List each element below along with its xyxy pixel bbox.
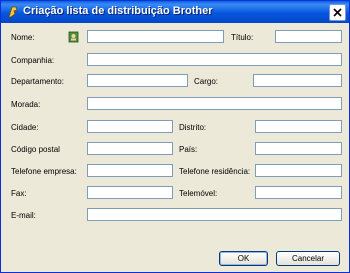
label-cargo: Cargo:: [194, 77, 219, 86]
ok-button[interactable]: OK: [219, 251, 268, 266]
label-fax: Fax:: [11, 189, 27, 198]
telefone-empresa-input[interactable]: [87, 164, 173, 177]
label-morada: Morada:: [11, 100, 41, 109]
email-input[interactable]: [87, 208, 342, 221]
nome-input[interactable]: [87, 30, 224, 43]
dialog-window: Criação lista de distribuição Brother No…: [0, 0, 350, 273]
label-cidade: Cidade:: [11, 123, 39, 132]
departamento-input[interactable]: [87, 74, 188, 87]
brother-icon: [8, 6, 18, 18]
cargo-input[interactable]: [253, 74, 342, 87]
close-icon: [333, 8, 342, 17]
title-bar[interactable]: Criação lista de distribuição Brother: [1, 1, 349, 23]
companhia-input[interactable]: [87, 53, 342, 66]
window-title: Criação lista de distribuição Brother: [23, 5, 213, 17]
telemovel-input[interactable]: [255, 186, 342, 199]
label-titulo: Título:: [231, 33, 254, 42]
cidade-input[interactable]: [87, 120, 173, 133]
label-distrito: Distrito:: [179, 123, 207, 132]
label-telefone-empresa: Telefone empresa:: [11, 167, 77, 176]
titulo-input[interactable]: [275, 30, 342, 43]
morada-input[interactable]: [87, 97, 342, 110]
label-departamento: Departamento:: [11, 77, 64, 86]
cancel-button[interactable]: Cancelar: [276, 251, 340, 266]
distrito-input[interactable]: [255, 120, 342, 133]
label-companhia: Companhia:: [11, 56, 55, 65]
codigo-postal-input[interactable]: [87, 142, 173, 155]
address-book-icon[interactable]: [68, 31, 80, 43]
pais-input[interactable]: [255, 142, 342, 155]
telefone-residencia-input[interactable]: [255, 164, 342, 177]
close-button[interactable]: [329, 4, 346, 21]
label-telefone-residencia: Telefone residência:: [179, 167, 251, 176]
label-email: E-mail:: [11, 211, 36, 220]
label-telemovel: Telemóvel:: [179, 189, 218, 198]
label-nome: Nome:: [11, 33, 35, 42]
label-codigo-postal: Código postal: [11, 145, 60, 154]
fax-input[interactable]: [87, 186, 173, 199]
label-pais: País:: [179, 145, 198, 154]
